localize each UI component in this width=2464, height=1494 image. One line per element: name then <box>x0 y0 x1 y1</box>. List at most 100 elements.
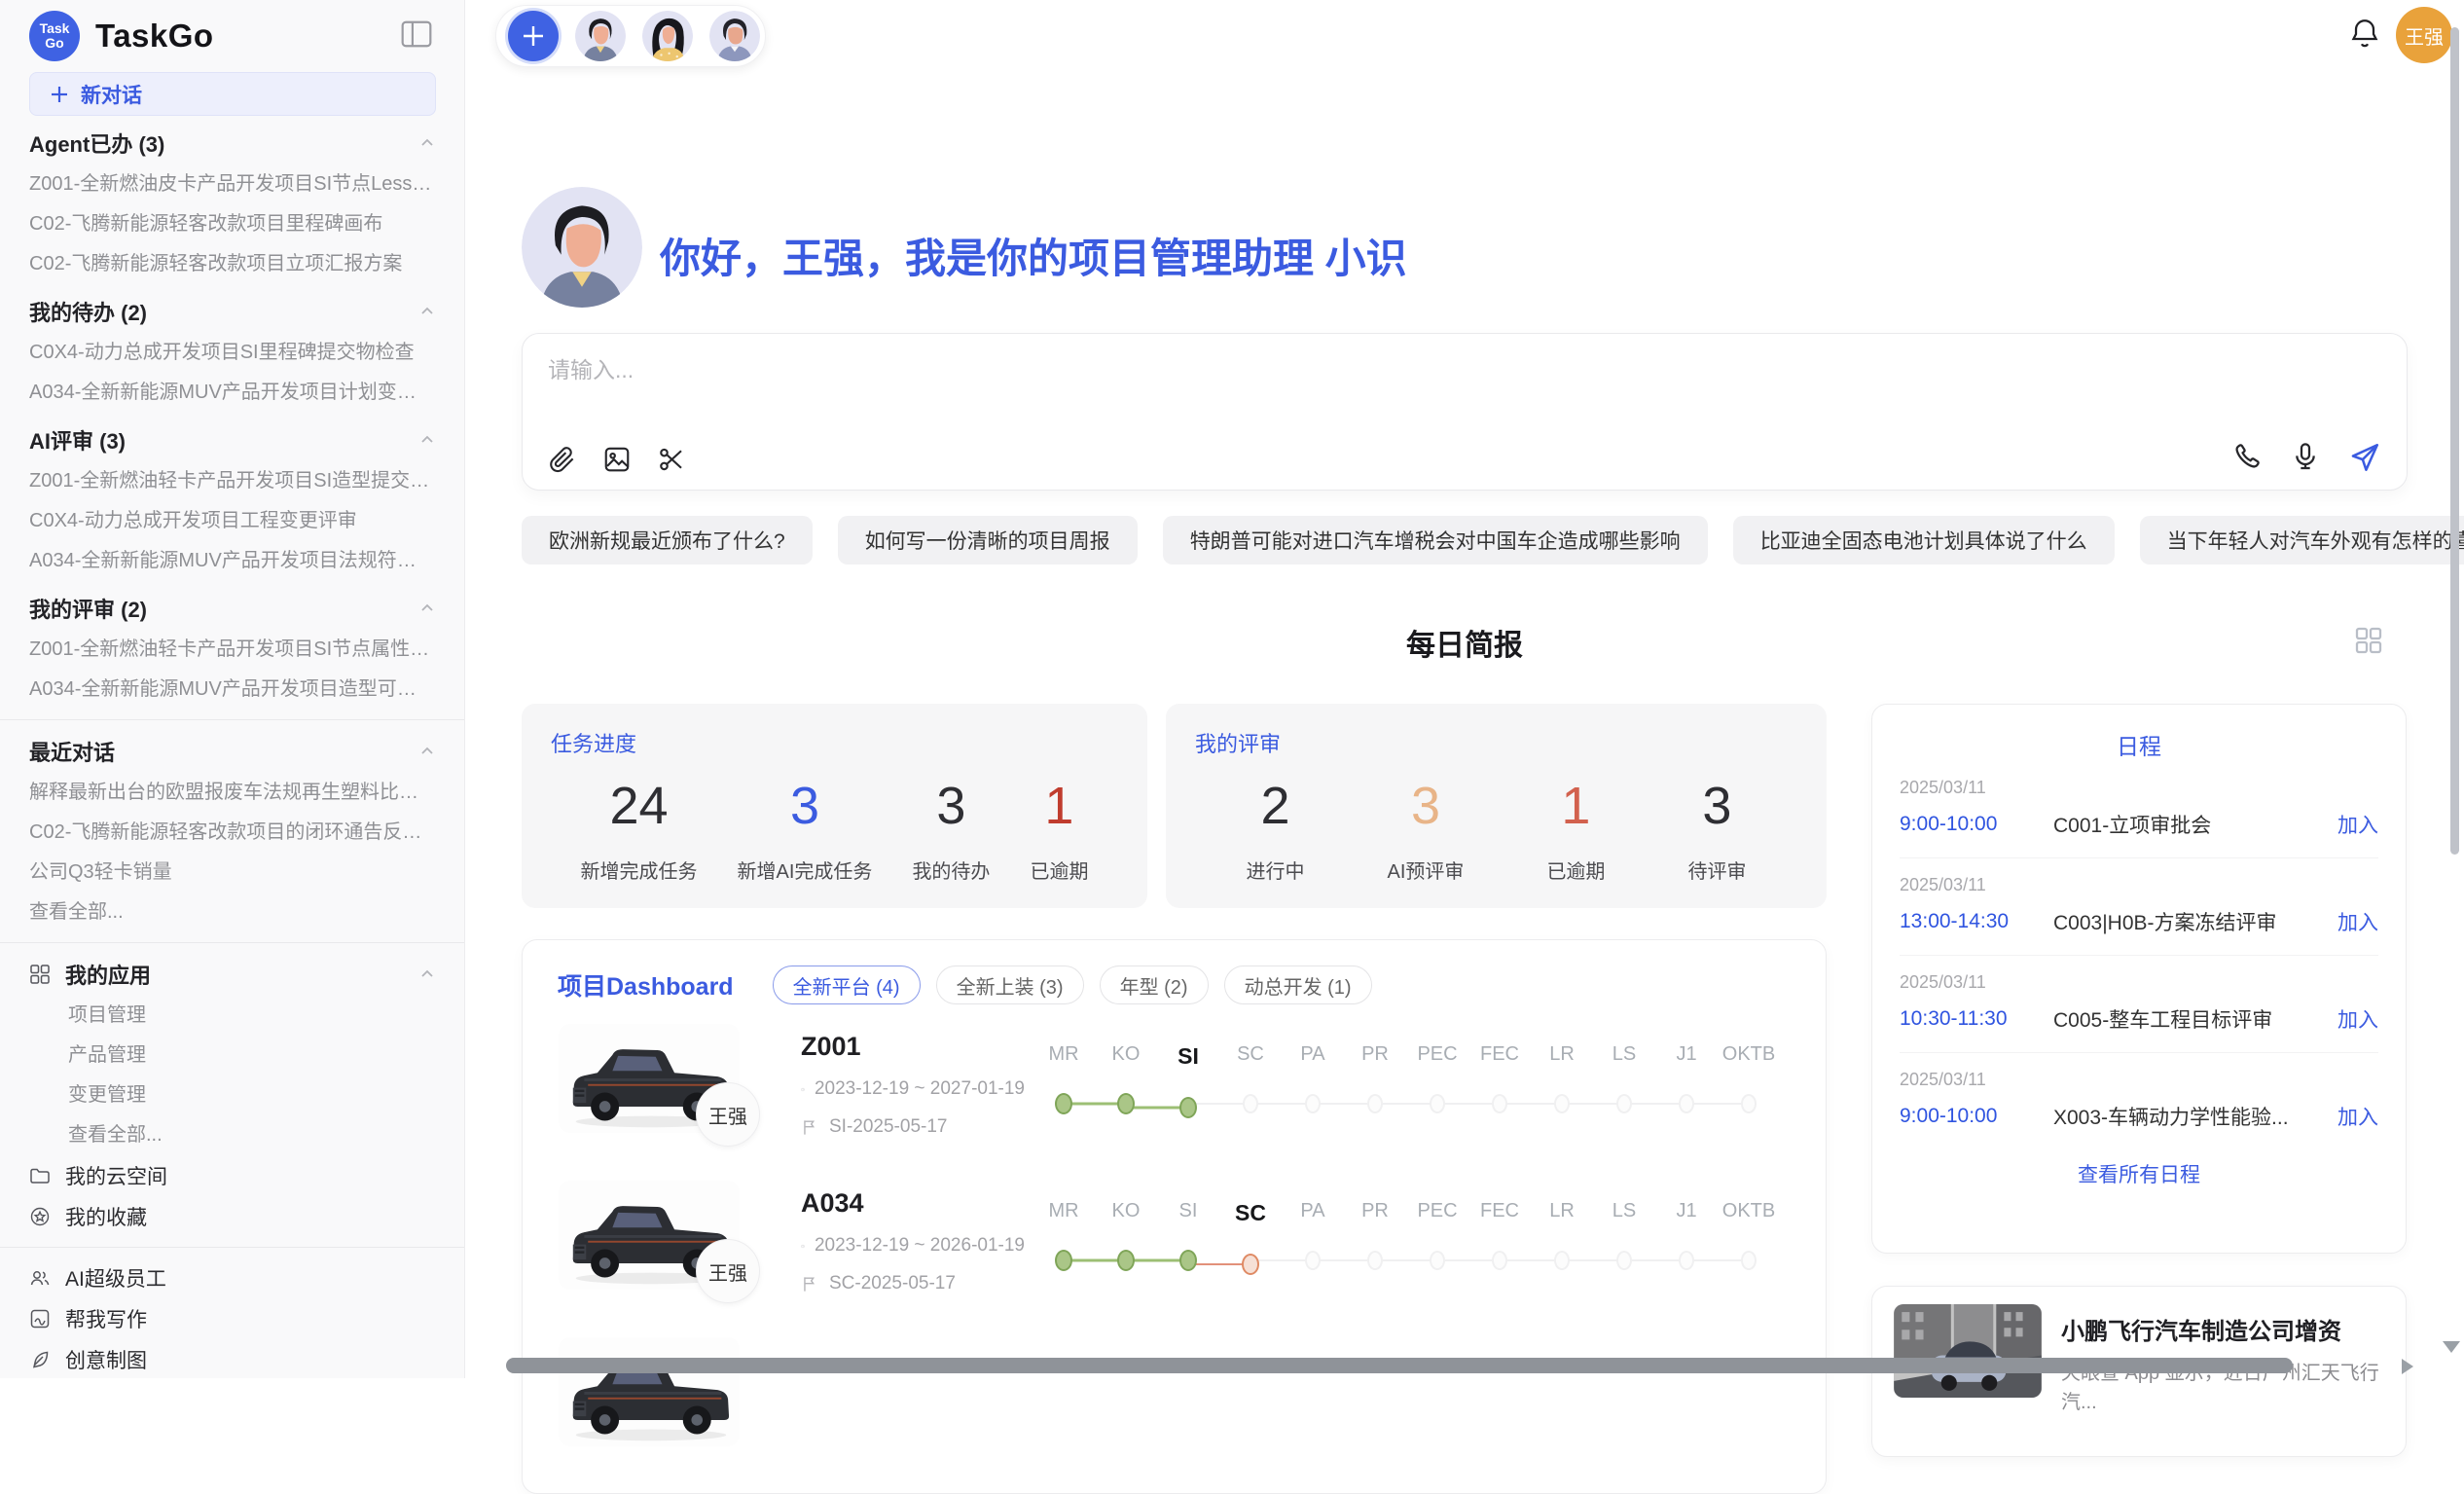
my-review-card: 我的评审 2进行中3AI预评审1已逾期3待评审 <box>1166 704 1827 908</box>
layout-grid-icon[interactable] <box>2353 625 2384 656</box>
sidebar-item[interactable]: C02-飞腾新能源轻客改款项目里程碑画布 <box>29 204 435 244</box>
scroll-right-arrow-icon[interactable] <box>2402 1359 2413 1374</box>
sidebar-item[interactable]: C0X4-动力总成开发项目工程变更评审 <box>29 501 435 541</box>
dashboard-filter-tab[interactable]: 年型 (2) <box>1100 966 1209 1004</box>
chat-input[interactable] <box>548 357 2105 383</box>
milestone-dot-pending <box>1243 1094 1258 1113</box>
milestone-dot-pending <box>1741 1251 1757 1270</box>
project-vehicle-image <box>559 1337 740 1446</box>
sidebar-item[interactable]: Z001-全新燃油轻卡产品开发项目SI节点属性5D文件评审 <box>29 630 435 670</box>
session-avatar-2[interactable] <box>642 11 693 61</box>
suggestion-chip[interactable]: 欧洲新规最近颁布了什么? <box>522 516 813 565</box>
suggestion-chip[interactable]: 如何写一份清晰的项目周报 <box>838 516 1138 565</box>
new-session-button[interactable] <box>508 11 559 61</box>
phone-call-icon[interactable] <box>2231 441 2263 474</box>
sidebar-item[interactable]: A034-全新新能源MUV产品开发项目造型可行性评审 <box>29 670 435 710</box>
horizontal-scrollbar[interactable] <box>506 1358 2293 1373</box>
sidebar-item-write-icon[interactable]: 帮我写作 <box>29 1298 435 1339</box>
sidebar-section-header[interactable]: 我的应用 <box>29 953 435 996</box>
sidebar-item[interactable]: A034-全新新能源MUV产品开发项目法规符合性评审 <box>29 541 435 581</box>
sidebar-collapse-icon[interactable] <box>400 19 433 49</box>
sidebar-section-header[interactable]: 我的待办 (2) <box>29 290 435 333</box>
dashboard-filter-tab[interactable]: 动总开发 (1) <box>1224 966 1372 1004</box>
join-meeting-link[interactable]: 加入 <box>2337 1004 2378 1034</box>
schedule-item: 2025/03/119:00-10:00X003-车辆动力学性能验...加入 <box>1900 1053 2378 1149</box>
milestone-dot-done <box>1117 1093 1135 1114</box>
session-avatar-1[interactable] <box>575 11 626 61</box>
my-review-stats: 2进行中3AI预评审1已逾期3待评审 <box>1195 776 1797 884</box>
sidebar-item[interactable]: C0X4-动力总成开发项目SI里程碑提交物检查 <box>29 333 435 373</box>
suggestion-chip[interactable]: 比亚迪全固态电池计划具体说了什么 <box>1733 516 2115 565</box>
sidebar-item[interactable]: 解释最新出台的欧盟报废车法规再生塑料比例被调至15%... <box>29 773 435 813</box>
milestone-dot-pending <box>1616 1251 1632 1270</box>
join-meeting-link[interactable]: 加入 <box>2337 810 2378 839</box>
milestone-dot-pending <box>1741 1094 1757 1113</box>
schedule-date: 2025/03/11 <box>1900 778 2378 798</box>
sidebar-item[interactable]: A034-全新新能源MUV产品开发项目计划变更表编写 <box>29 373 435 413</box>
schedule-time: 10:30-11:30 <box>1900 1007 2053 1031</box>
sidebar-section-header[interactable]: Agent已办 (3) <box>29 122 435 164</box>
sidebar-section-header[interactable]: AI评审 (3) <box>29 419 435 461</box>
sidebar-item[interactable]: Z001-全新燃油轻卡产品开发项目SI造型提交物评审 <box>29 461 435 501</box>
sidebar: Task Go TaskGo 新对话 Agent已办 (3)Z001-全新燃油皮… <box>0 0 465 1378</box>
sidebar-item-star-icon[interactable]: 我的收藏 <box>29 1196 435 1237</box>
milestone-dot-pending <box>1616 1094 1632 1113</box>
divider <box>0 1247 464 1248</box>
stat: 3AI预评审 <box>1388 776 1465 884</box>
project-flag-milestone: SI-2025-05-17 <box>829 1116 947 1138</box>
milestone-SC: SC <box>1219 1043 1282 1118</box>
chevron-up-icon <box>419 432 435 448</box>
schedule-card: 日程 2025/03/119:00-10:00C001-立项审批会加入2025/… <box>1871 704 2407 1254</box>
suggestion-chip[interactable]: 特朗普可能对进口汽车增税会对中国车企造成哪些影响 <box>1163 516 1708 565</box>
schedule-item: 2025/03/1110:30-11:30C005-整车工程目标评审加入 <box>1900 956 2378 1053</box>
user-avatar[interactable]: 王强 <box>2396 7 2452 63</box>
project-row-partial[interactable] <box>558 1331 1791 1475</box>
view-all-schedule-link[interactable]: 查看所有日程 <box>2078 1159 2200 1188</box>
session-avatar-3[interactable] <box>709 11 760 61</box>
join-meeting-link[interactable]: 加入 <box>2337 907 2378 936</box>
sidebar-item[interactable]: 查看全部... <box>29 1115 435 1155</box>
sidebar-item[interactable]: 变更管理 <box>29 1075 435 1115</box>
vertical-scrollbar[interactable] <box>2450 27 2459 855</box>
sidebar-item[interactable]: C02-飞腾新能源轻客改款项目的闭环通告反馈情况 <box>29 813 435 853</box>
scroll-down-arrow-icon[interactable] <box>2443 1341 2460 1353</box>
sidebar-section-header[interactable]: 最近对话 <box>29 730 435 773</box>
sidebar-item[interactable]: C02-飞腾新能源轻客改款项目立项汇报方案 <box>29 244 435 284</box>
dashboard-filter-tab[interactable]: 全新上装 (3) <box>936 966 1084 1004</box>
image-icon[interactable] <box>602 445 632 474</box>
schedule-item: 2025/03/119:00-10:00C001-立项审批会加入 <box>1900 761 2378 858</box>
divider <box>0 719 464 720</box>
milestone-dot-pending <box>1367 1094 1383 1113</box>
microphone-icon[interactable] <box>2290 441 2321 474</box>
notification-bell-icon[interactable] <box>2347 16 2382 51</box>
new-chat-button[interactable]: 新对话 <box>29 72 436 116</box>
sidebar-item-folder-icon[interactable]: 我的云空间 <box>29 1155 435 1196</box>
sidebar-item[interactable]: 公司Q3轻卡销量 <box>29 853 435 893</box>
write-icon <box>29 1308 51 1330</box>
sidebar-item-feather-icon[interactable]: 创意制图 <box>29 1339 435 1380</box>
project-row[interactable]: 王强 A034 2023-12-19 ~ 2026-01-19 SC-2025-… <box>558 1175 1791 1318</box>
task-progress-title: 任务进度 <box>551 727 1118 758</box>
join-meeting-link[interactable]: 加入 <box>2337 1102 2378 1131</box>
sidebar-item[interactable]: 查看全部... <box>29 893 435 932</box>
milestone-MR: MR <box>1033 1043 1095 1118</box>
sidebar-item-people-icon[interactable]: AI超级员工 <box>29 1257 435 1298</box>
project-dashboard-card: 项目Dashboard 全新平台 (4)全新上装 (3)年型 (2)动总开发 (… <box>522 939 1827 1494</box>
star-icon <box>29 1206 51 1227</box>
milestone-chain: MRKOSISCPAPRPECFECLRLSJ1OKTB <box>1033 1043 1780 1118</box>
sidebar-item[interactable]: 产品管理 <box>29 1036 435 1075</box>
attachment-icon[interactable] <box>548 445 577 474</box>
sidebar-section-header[interactable]: 我的评审 (2) <box>29 587 435 630</box>
scissors-icon[interactable] <box>657 445 686 474</box>
project-code: Z001 <box>801 1032 1025 1062</box>
milestone-J1: J1 <box>1655 1200 1718 1275</box>
dashboard-filter-tab[interactable]: 全新平台 (4) <box>773 966 921 1004</box>
send-icon[interactable] <box>2348 441 2381 474</box>
sidebar-item[interactable]: Z001-全新燃油皮卡产品开发项目SI节点Lesson Learn报告 <box>29 164 435 204</box>
sidebar-item[interactable]: 项目管理 <box>29 996 435 1036</box>
project-row[interactable]: 王强 Z001 2023-12-19 ~ 2027-01-19 SI-2025-… <box>558 1018 1791 1161</box>
milestone-FEC: FEC <box>1468 1200 1531 1275</box>
schedule-date: 2025/03/11 <box>1900 972 2378 993</box>
plus-icon <box>521 23 546 49</box>
suggestion-chip[interactable]: 当下年轻人对汽车外观有怎样的喜好趋势 <box>2140 516 2464 565</box>
